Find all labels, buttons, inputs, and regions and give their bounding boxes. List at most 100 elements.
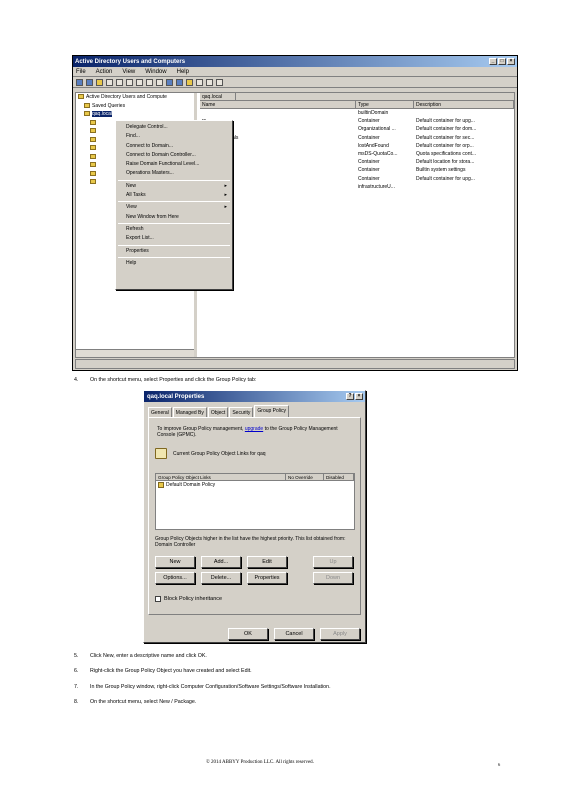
column-headers: Name Type Description [200, 101, 514, 109]
menu-separator [118, 201, 230, 203]
menu-item-raise-level[interactable]: Raise Domain Functional Level... [116, 160, 232, 169]
add-button[interactable]: Add... [201, 556, 241, 568]
new-ou-icon[interactable] [186, 78, 193, 86]
col-name[interactable]: Name [200, 101, 356, 108]
col-description[interactable]: Description [414, 101, 514, 108]
menu-separator [118, 222, 230, 224]
table-row[interactable]: ecurityPrincipalsContainerDefault contai… [200, 134, 514, 142]
col-type[interactable]: Type [356, 101, 414, 108]
gpo-list-item[interactable]: Default Domain Policy [156, 481, 354, 489]
menu-item-delegate-control[interactable]: Delegate Control... [116, 123, 232, 132]
forward-icon[interactable] [86, 78, 93, 86]
group-policy-panel: To improve Group Policy management, upgr… [148, 417, 361, 615]
dialog-titlebar: qaq.local Properties ? × [144, 391, 365, 402]
col-disabled[interactable]: Disabled [324, 474, 354, 480]
context-menu: Delegate Control... Find... Connect to D… [115, 120, 233, 290]
menu-view[interactable]: View [122, 69, 135, 75]
menu-file[interactable]: File [76, 69, 86, 75]
help-icon[interactable]: ? [346, 393, 354, 400]
folder-icon [90, 170, 96, 176]
row-description: Default container for upg... [416, 118, 475, 125]
table-row[interactable]: rsContainerDefault container for upg... [200, 117, 514, 125]
table-row[interactable]: oundlostAndFoundDefault container for or… [200, 142, 514, 150]
options-button[interactable]: Options... [155, 572, 195, 584]
close-icon[interactable]: × [355, 393, 363, 400]
tree-domain[interactable]: qaq.local [76, 110, 194, 119]
menu-item-view[interactable]: View ▸ [116, 203, 232, 212]
table-row[interactable]: builtinDomain [200, 109, 514, 117]
upgrade-link[interactable]: upgrade [245, 426, 263, 432]
find-icon[interactable] [206, 78, 213, 86]
tab-security[interactable]: Security [229, 407, 254, 417]
folder-icon [90, 128, 96, 134]
table-row[interactable]: asmsDS-QuotaCo...Quota specifications co… [200, 150, 514, 158]
menu-item-new[interactable]: New ▸ [116, 182, 232, 191]
new-button[interactable]: New [155, 556, 195, 568]
block-inheritance-checkbox[interactable] [155, 596, 161, 602]
new-group-icon[interactable] [176, 78, 183, 86]
menu-item-all-tasks[interactable]: All Tasks ▸ [116, 191, 232, 200]
table-row[interactable]: Container Builtin system settings [200, 166, 514, 174]
submenu-arrow-icon: ▸ [224, 182, 227, 189]
add-to-group-icon[interactable] [216, 78, 223, 86]
menu-help[interactable]: Help [177, 69, 189, 75]
cancel-button[interactable]: Cancel [274, 628, 314, 640]
properties-icon[interactable] [126, 78, 133, 86]
menu-item-help[interactable]: Help [116, 259, 232, 268]
up-button[interactable]: Up [313, 556, 353, 568]
menu-separator [118, 244, 230, 246]
menu-item-new-window[interactable]: New Window from Here [116, 213, 232, 222]
domain-icon [84, 111, 90, 117]
menu-item-find[interactable]: Find... [116, 132, 232, 141]
show-tree-icon[interactable] [106, 78, 113, 86]
block-inheritance[interactable]: Block Policy inheritance [155, 596, 222, 602]
filter-icon[interactable] [196, 78, 203, 86]
copy-icon[interactable] [116, 78, 123, 86]
export-icon[interactable] [146, 78, 153, 86]
table-row[interactable]: amContainerDefault location for stora... [200, 158, 514, 166]
tab-general[interactable]: General [148, 407, 172, 417]
row-type: Container [358, 175, 380, 182]
menu-item-connect-dc[interactable]: Connect to Domain Controller... [116, 151, 232, 160]
close-icon[interactable]: × [507, 58, 515, 65]
menu-item-export-list[interactable]: Export List... [116, 234, 232, 243]
up-folder-icon[interactable] [96, 78, 103, 86]
tab-group-policy[interactable]: Group Policy [254, 405, 290, 417]
menu-item-connect-domain[interactable]: Connect to Domain... [116, 142, 232, 151]
console-icon [78, 94, 84, 100]
current-gpo: Current Group Policy Object Links for qa… [155, 448, 266, 459]
refresh-icon[interactable] [136, 78, 143, 86]
help-icon[interactable] [156, 78, 163, 86]
tab-managed-by[interactable]: Managed By [172, 407, 207, 417]
menu-item-operations-masters[interactable]: Operations Masters... [116, 169, 232, 178]
back-icon[interactable] [76, 78, 83, 86]
apply-button[interactable]: Apply [320, 628, 360, 640]
col-no-override[interactable]: No Override [286, 474, 324, 480]
tree-root[interactable]: Active Directory Users and Compute [76, 93, 194, 102]
tree-scrollbar[interactable] [76, 349, 194, 357]
restore-icon[interactable]: □ [498, 58, 506, 65]
table-row[interactable]: Container Default container for upg... [200, 175, 514, 183]
minimize-icon[interactable]: _ [489, 58, 497, 65]
gpmc-notice: To improve Group Policy management, upgr… [157, 426, 338, 438]
ok-button[interactable]: OK [228, 628, 268, 640]
col-gpo-links[interactable]: Group Policy Object Links [156, 474, 286, 480]
tab-object[interactable]: Object [207, 407, 229, 417]
menu-window[interactable]: Window [145, 69, 166, 75]
down-button[interactable]: Down [313, 572, 353, 584]
priority-note: Group Policy Objects higher in the list … [155, 536, 346, 548]
step-8: 8. On the shortcut menu, select New / Pac… [74, 699, 197, 705]
table-row[interactable]: uctureinfrastructureU... [200, 183, 514, 191]
menu-item-properties[interactable]: Properties [116, 247, 232, 256]
tree-saved-queries[interactable]: Saved Queries [76, 102, 194, 111]
menu-action[interactable]: Action [96, 69, 113, 75]
menu-item-refresh[interactable]: Refresh [116, 225, 232, 234]
gpo-links-list[interactable]: Group Policy Object Links No Override Di… [155, 473, 355, 530]
delete-button[interactable]: Delete... [201, 572, 241, 584]
table-row[interactable]: ControllersOrganizational ...Default con… [200, 125, 514, 133]
properties-button[interactable]: Properties [247, 572, 287, 584]
edit-button[interactable]: Edit [247, 556, 287, 568]
new-user-icon[interactable] [166, 78, 173, 86]
details-rows: builtinDomainrsContainerDefault containe… [200, 109, 514, 191]
aduc-title: Active Directory Users and Computers [75, 58, 186, 65]
